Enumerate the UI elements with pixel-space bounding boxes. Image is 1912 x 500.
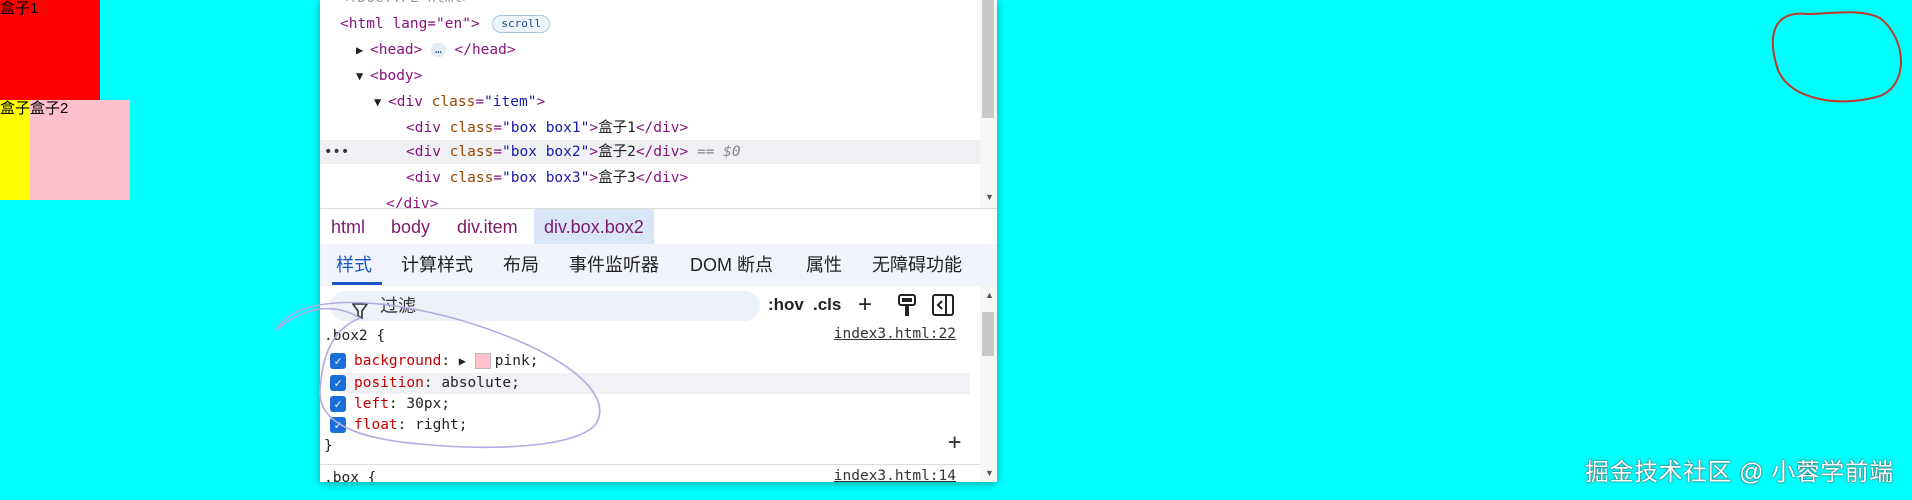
body-open-tag: <body> — [370, 68, 423, 84]
checkbox-checked-icon[interactable]: ✓ — [330, 417, 346, 433]
prop-name[interactable]: position — [354, 375, 424, 391]
collapse-triangle-icon[interactable]: ▼ — [356, 64, 370, 88]
tab-bar: 样式 计算样式 布局 事件监听器 DOM 断点 属性 无障碍功能 — [320, 244, 997, 287]
decl-float[interactable]: ✓ float: right; — [330, 415, 468, 436]
box3-node-text: 盒子3 — [598, 170, 636, 186]
prop-value[interactable]: absolute; — [441, 375, 520, 391]
row-dots-icon[interactable]: ••• — [324, 140, 349, 164]
head-open-tag: <head> — [370, 42, 423, 58]
tab-styles[interactable]: 样式 — [336, 244, 372, 286]
crumb-body[interactable]: body — [381, 209, 440, 245]
head-close-tag: </head> — [454, 42, 516, 58]
html-open-tag: <html lang="en"> — [340, 16, 480, 32]
attr-value: "item" — [484, 94, 537, 110]
box2-class: "box box2" — [502, 144, 590, 160]
html-node[interactable]: <html lang="en"> scroll — [340, 12, 551, 36]
checkbox-checked-icon[interactable]: ✓ — [330, 353, 346, 369]
rule-selector[interactable]: .box2 { — [324, 326, 385, 347]
add-declaration-plus-icon[interactable]: + — [948, 430, 961, 455]
box1-node-text: 盒子1 — [598, 120, 636, 136]
rule-source-link[interactable]: index3.html:22 — [834, 326, 956, 342]
prop-name[interactable]: left — [354, 396, 389, 412]
div-item-node[interactable]: ▼ <div class="item"> — [374, 90, 545, 114]
active-tab-indicator — [332, 282, 382, 285]
prop-value[interactable]: right; — [415, 417, 467, 433]
tab-dom-breakpoints[interactable]: DOM 断点 — [690, 244, 773, 286]
expand-triangle-icon[interactable]: ▶ — [356, 38, 370, 62]
scroll-down-icon[interactable]: ▼ — [985, 468, 994, 478]
filter-placeholder: 过滤 — [380, 296, 416, 316]
box3: 盒子 — [0, 100, 30, 200]
styles-scroll-thumb[interactable] — [982, 312, 994, 356]
box1-class: "box box1" — [502, 120, 590, 136]
tab-layout[interactable]: 布局 — [503, 244, 539, 286]
devtools-panel: <!DOCTYPE html> <html lang="en"> scroll … — [320, 0, 997, 482]
filter-icon — [352, 303, 368, 320]
filter-row: 过滤 :hov .cls + — [320, 286, 980, 326]
tab-properties[interactable]: 属性 — [806, 244, 842, 286]
prop-name[interactable]: float — [354, 417, 398, 433]
checkbox-checked-icon[interactable]: ✓ — [330, 396, 346, 412]
crumb-html[interactable]: html — [321, 209, 375, 245]
box1-text: 盒子1 — [0, 0, 39, 17]
selected-marker: == $0 — [696, 144, 741, 160]
new-rule-plus-icon[interactable]: + — [858, 290, 872, 320]
box2: 盒子2 — [30, 100, 130, 200]
box2-node-text: 盒子2 — [598, 144, 636, 160]
body-node[interactable]: ▼ <body> — [356, 64, 422, 88]
dom-tree: <!DOCTYPE html> <html lang="en"> scroll … — [320, 0, 980, 212]
decl-left[interactable]: ✓ left: 30px; — [330, 394, 450, 415]
scroll-badge[interactable]: scroll — [492, 15, 551, 33]
breadcrumb: html body div.item div.box.box2 — [320, 208, 997, 246]
div-open-close: > — [536, 94, 546, 110]
styles-rules: .box2 { index3.html:22 ✓ background: ▶ pin… — [320, 326, 980, 482]
collapse-triangle-icon[interactable]: ▼ — [374, 90, 388, 114]
dom-scroll-thumb[interactable] — [982, 0, 994, 118]
paint-brush-icon[interactable] — [898, 294, 916, 318]
crumb-div-item[interactable]: div.item — [447, 209, 528, 245]
attr-name: class — [431, 94, 476, 110]
tab-event-listeners[interactable]: 事件监听器 — [569, 244, 659, 286]
rule-selector-box[interactable]: .box { — [324, 468, 376, 482]
decl-position[interactable]: ✓ position: absolute; — [330, 373, 520, 394]
rule-source-link-box[interactable]: index3.html:14 — [834, 468, 956, 482]
scroll-up-icon[interactable]: ▲ — [985, 290, 994, 300]
head-node[interactable]: ▶ <head> … </head> — [356, 38, 516, 62]
ellipsis-badge[interactable]: … — [431, 43, 446, 57]
box3-class: "box box3" — [502, 170, 590, 186]
red-circle-annotation — [1771, 11, 1902, 103]
scroll-down-icon[interactable]: ▼ — [985, 192, 994, 202]
filter-input[interactable]: 过滤 — [330, 291, 760, 321]
tab-accessibility[interactable]: 无障碍功能 — [872, 244, 962, 286]
checkbox-checked-icon[interactable]: ✓ — [330, 375, 346, 391]
doctype-line: <!DOCTYPE html> — [340, 0, 471, 10]
div-open: <div — [388, 94, 432, 110]
expand-triangle-icon[interactable]: ▶ — [459, 351, 475, 372]
box2-node[interactable]: <div class="box box2">盒子2</div> == $0 — [406, 140, 741, 164]
box3-node[interactable]: <div class="box box3">盒子3</div> — [406, 166, 688, 190]
watermark: 掘金技术社区 @ 小蓉学前端 — [1585, 459, 1894, 486]
box1: 盒子1 — [0, 0, 100, 100]
toggle-sidebar-icon[interactable] — [932, 294, 954, 316]
cls-button[interactable]: .cls — [813, 290, 841, 320]
rule-divider — [320, 464, 980, 465]
decl-background[interactable]: ✓ background: ▶ pink; — [330, 351, 538, 372]
box1-node[interactable]: <div class="box box1">盒子1</div> — [406, 116, 688, 140]
prop-value[interactable]: pink; — [495, 353, 539, 369]
box2-text: 盒子2 — [30, 100, 69, 117]
hov-button[interactable]: :hov — [768, 290, 804, 320]
box3-text: 盒子 — [0, 100, 31, 117]
rule-close-brace: } — [324, 438, 333, 454]
crumb-div-box2[interactable]: div.box.box2 — [534, 209, 654, 245]
tab-computed[interactable]: 计算样式 — [401, 244, 473, 286]
prop-name[interactable]: background — [354, 353, 441, 369]
color-swatch[interactable] — [474, 353, 491, 369]
prop-value[interactable]: 30px; — [406, 396, 450, 412]
